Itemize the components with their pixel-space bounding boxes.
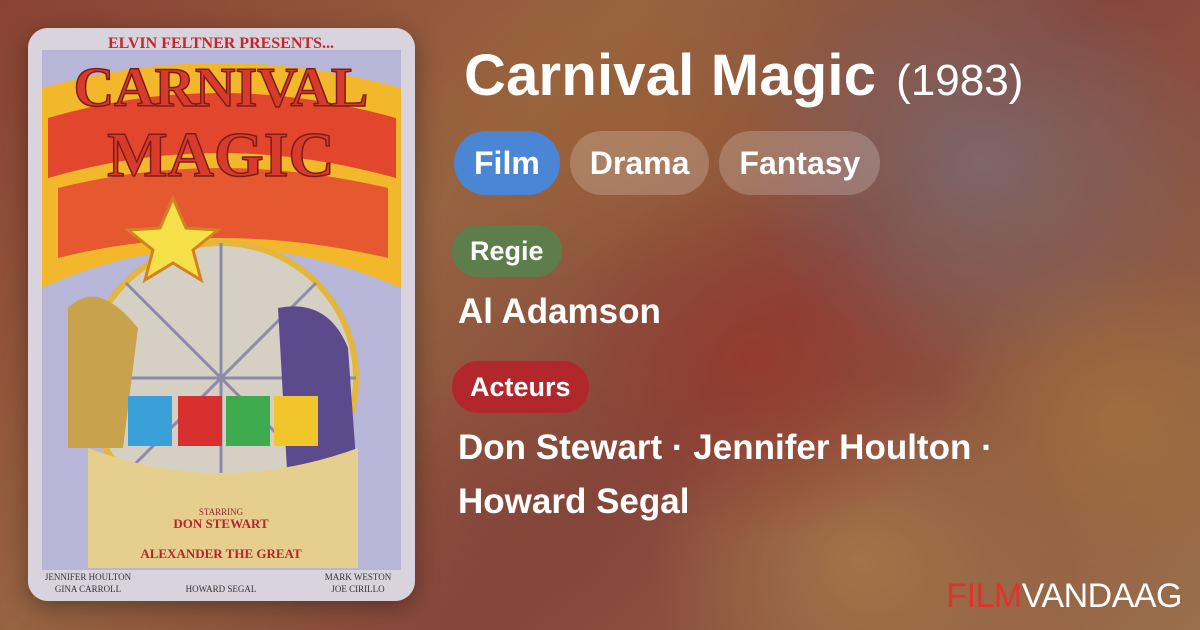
tag-fantasy[interactable]: Fantasy xyxy=(719,131,881,195)
tag-film[interactable]: Film xyxy=(454,131,560,195)
movie-poster: ELVIN FELTNER PRESENTS... CARNIVAL MAGIC… xyxy=(28,28,415,601)
poster-credit-left-1: JENNIFER HOULTON xyxy=(45,572,132,582)
director-label: Regie xyxy=(452,225,562,277)
poster-credit-right-2: JOE CIRILLO xyxy=(331,584,385,594)
movie-year: (1983) xyxy=(896,56,1024,105)
actors-line-1: Don Stewart · Jennifer Houlton · xyxy=(458,428,993,467)
actors-line-2: Howard Segal xyxy=(458,482,690,521)
poster-title-bottom: MAGIC xyxy=(107,119,335,190)
poster-credit-mid: HOWARD SEGAL xyxy=(186,584,257,594)
poster-title-top: CARNIVAL xyxy=(74,57,369,119)
poster-presents: ELVIN FELTNER PRESENTS... xyxy=(108,35,334,52)
title-row: Carnival Magic (1983) xyxy=(464,42,1023,109)
movie-title: Carnival Magic xyxy=(464,43,877,108)
logo-part-vandaag: VANDAAG xyxy=(1021,577,1183,615)
poster-lead: DON STEWART xyxy=(173,516,269,531)
logo-part-film: FILM xyxy=(946,577,1022,615)
poster-credit-left-2: GINA CARROLL xyxy=(55,584,121,594)
genre-tags: Film Drama Fantasy xyxy=(454,131,881,195)
actors-label: Acteurs xyxy=(452,361,589,413)
tag-drama[interactable]: Drama xyxy=(569,131,710,195)
poster-credit-right-1: MARK WESTON xyxy=(325,572,392,582)
director-name: Al Adamson xyxy=(458,292,661,331)
poster-costar: ALEXANDER THE GREAT xyxy=(140,546,302,561)
filmvandaag-logo: FILMVANDAAG xyxy=(946,577,1182,616)
